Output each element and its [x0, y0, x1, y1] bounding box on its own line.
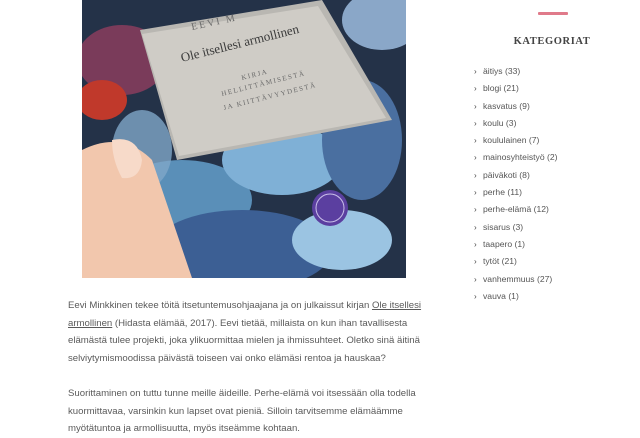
category-link[interactable]: päiväkoti (8) [483, 170, 530, 180]
category-link[interactable]: sisarus (3) [483, 222, 523, 232]
category-item[interactable]: › mainosyhteistyö (2) [474, 149, 558, 166]
category-item[interactable]: › perhe (11) [474, 184, 558, 201]
chevron-right-icon: › [474, 118, 477, 128]
paragraph-text: Eevi Minkkinen tekee töitä itsetuntemuso… [68, 300, 372, 311]
chevron-right-icon: › [474, 291, 477, 301]
category-item[interactable]: › vanhemmuus (27) [474, 271, 558, 288]
category-item[interactable]: › blogi (21) [474, 80, 558, 97]
categories-list: › äitiys (33) › blogi (21) › kasvatus (9) ›… [474, 63, 558, 305]
categories-title: KATEGORIAT [513, 36, 591, 47]
chevron-right-icon: › [474, 205, 477, 215]
chevron-right-icon: › [474, 274, 477, 284]
category-link[interactable]: taapero (1) [483, 239, 525, 249]
category-item[interactable]: › tytöt (21) [474, 253, 558, 270]
chevron-right-icon: › [474, 84, 477, 94]
category-item[interactable]: › päiväkoti (8) [474, 167, 558, 184]
article-image: EEVI M Ole itsellesi armollinen KIRJA HE… [82, 0, 406, 278]
category-item[interactable]: › äitiys (33) [474, 63, 558, 80]
category-item[interactable]: › taapero (1) [474, 236, 558, 253]
category-item[interactable]: › kasvatus (9) [474, 98, 558, 115]
chevron-right-icon: › [474, 153, 477, 163]
chevron-right-icon: › [474, 136, 477, 146]
category-link[interactable]: vanhemmuus (27) [483, 274, 552, 284]
chevron-right-icon: › [474, 67, 477, 76]
category-item[interactable]: › perhe-elämä (12) [474, 201, 558, 218]
category-link[interactable]: blogi (21) [483, 83, 519, 93]
chevron-right-icon: › [474, 101, 477, 111]
category-item[interactable]: › sisarus (3) [474, 219, 558, 236]
category-link[interactable]: tytöt (21) [483, 256, 517, 266]
chevron-right-icon: › [474, 188, 477, 198]
category-link[interactable]: koulu (3) [483, 118, 516, 128]
chevron-right-icon: › [474, 257, 477, 267]
chevron-right-icon: › [474, 170, 477, 180]
book-photo: EEVI M Ole itsellesi armollinen KIRJA HE… [82, 0, 406, 278]
chevron-right-icon: › [474, 239, 477, 249]
category-link[interactable]: vauva (1) [483, 291, 519, 301]
chevron-right-icon: › [474, 222, 477, 232]
paragraph-text: (Hidasta elämää, 2017). Eevi tietää, mil… [68, 317, 420, 364]
article-paragraph-2: Suorittaminen on tuttu tunne meille äide… [68, 388, 416, 434]
category-link[interactable]: koululainen (7) [483, 135, 539, 145]
category-item[interactable]: › koululainen (7) [474, 132, 558, 149]
category-link[interactable]: perhe-elämä (12) [483, 204, 549, 214]
category-item[interactable]: › vauva (1) [474, 288, 558, 305]
article-paragraph-1: Eevi Minkkinen tekee töitä itsetuntemuso… [68, 297, 428, 367]
sidebar-accent-divider [538, 12, 568, 15]
category-link[interactable]: perhe (11) [483, 187, 522, 197]
category-item[interactable]: › koulu (3) [474, 115, 558, 132]
category-link[interactable]: mainosyhteistyö (2) [483, 152, 558, 162]
category-link[interactable]: äitiys (33) [483, 66, 520, 76]
category-link[interactable]: kasvatus (9) [483, 101, 530, 111]
